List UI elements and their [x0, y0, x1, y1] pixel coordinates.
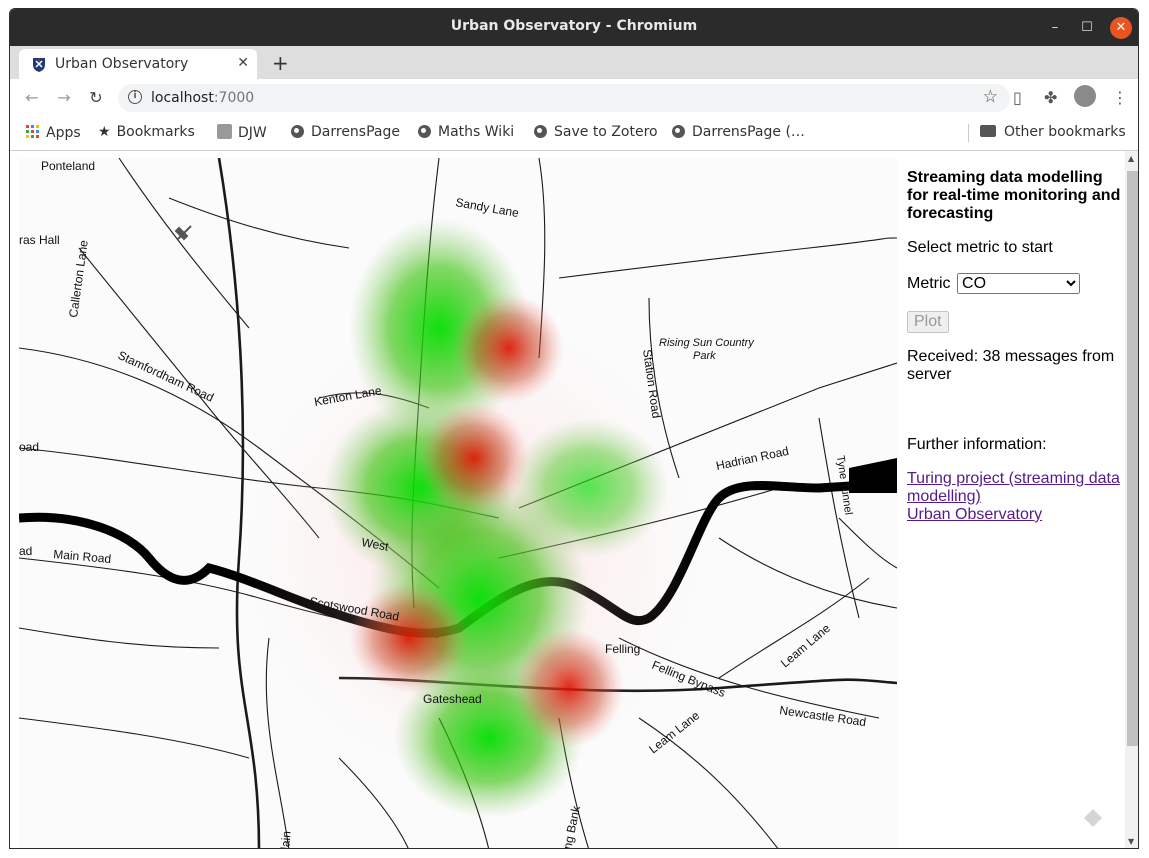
map-label-rising-sun: Rising Sun Country — [659, 337, 755, 349]
map[interactable]: Ponteland ras Hall Callerton Lane Stamfo… — [19, 158, 897, 849]
scroll-down-icon[interactable]: ▼ — [1128, 837, 1134, 846]
links-block: Turing project (streaming data modelling… — [907, 470, 1122, 524]
bookmark-label: DarrensPage — [311, 124, 400, 140]
map-label-ras-hall: ras Hall — [19, 233, 60, 247]
metric-label: Metric — [907, 275, 951, 292]
bookmark-label: Other bookmarks — [1004, 124, 1126, 140]
select-prompt: Select metric to start — [907, 239, 1053, 256]
url-port: :7000 — [213, 90, 255, 106]
tab-urban-observatory[interactable]: Urban Observatory ✕ — [19, 49, 257, 80]
map-label-callerton-lane: Callerton Lane — [66, 239, 91, 319]
map-label-leam-lane-2: Leam Lane — [646, 708, 702, 756]
page-content: Ponteland ras Hall Callerton Lane Stamfo… — [10, 151, 1138, 849]
tab-title: Urban Observatory — [55, 56, 189, 72]
globe-icon — [534, 125, 547, 138]
bookmark-apps[interactable]: Apps — [25, 124, 81, 141]
url-host: localhost — [151, 90, 214, 106]
tab-close-icon[interactable]: ✕ — [237, 55, 249, 71]
star-icon: ★ — [98, 124, 111, 140]
bookmark-darrenspage-2[interactable]: DarrensPage (… — [672, 124, 805, 140]
status-text: Received: 38 messages from server — [907, 348, 1115, 383]
browser-window: Urban Observatory - Chromium – ☐ ✕ Urban… — [9, 8, 1139, 849]
map-label-leam-lane-1: Leam Lane — [778, 621, 833, 671]
urban-observatory-link[interactable]: Urban Observatory — [907, 506, 1122, 524]
map-label-gateshead: Gateshead — [423, 692, 482, 706]
scroll-up-icon[interactable]: ▲ — [1128, 154, 1134, 163]
tab-strip: Urban Observatory ✕ — [10, 46, 1138, 80]
bookmark-djw[interactable]: DJW — [217, 124, 267, 141]
folder-icon — [980, 125, 996, 137]
minimize-icon[interactable]: – — [1044, 17, 1066, 39]
djw-avatar-icon — [217, 124, 232, 139]
address-bar[interactable]: i localhost:7000 ☆ — [118, 84, 1010, 112]
close-icon[interactable]: ✕ — [1110, 17, 1132, 39]
map-label-ponteland: Ponteland — [41, 159, 95, 173]
map-label-newcastle-road: Newcastle Road — [779, 703, 867, 729]
map-label-ad: ad — [19, 544, 32, 558]
shield-favicon-icon — [33, 58, 45, 72]
bookmark-label: DJW — [238, 125, 267, 141]
metric-row: Metric CO — [907, 273, 1122, 294]
reader-mode-icon[interactable]: ▯ — [1013, 88, 1022, 107]
bookmark-other[interactable]: Other bookmarks — [980, 124, 1126, 140]
map-svg[interactable]: Ponteland ras Hall Callerton Lane Stamfo… — [19, 158, 897, 849]
extensions-icon[interactable]: ✤ — [1044, 88, 1057, 107]
sidebar-panel: Streaming data modelling for real-time m… — [907, 169, 1122, 524]
profile-avatar-icon[interactable] — [1074, 85, 1096, 107]
apps-grid-icon — [26, 125, 39, 138]
map-label-sandy-lane: Sandy Lane — [454, 195, 520, 220]
bookmark-darrenspage[interactable]: DarrensPage — [291, 124, 400, 140]
bookmarks-bar: Apps ★ Bookmarks DJW DarrensPage Maths Wi… — [10, 116, 1138, 151]
bookmark-label: Maths Wiki — [438, 124, 515, 140]
map-label-park: Park — [693, 350, 716, 362]
metric-select[interactable]: CO — [957, 273, 1081, 294]
watermark-icon — [1083, 808, 1103, 828]
bookmark-label: DarrensPage (… — [692, 124, 805, 140]
map-label-hadrian-road: Hadrian Road — [715, 444, 790, 473]
page-heading: Streaming data modelling for real-time m… — [907, 169, 1121, 222]
bookmark-bookmarks[interactable]: ★ Bookmarks — [98, 124, 195, 140]
bookmark-label: Save to Zotero — [554, 124, 658, 140]
map-label-oad: oad — [19, 440, 39, 454]
bookmark-star-icon[interactable]: ☆ — [983, 87, 998, 107]
map-label-lain: lain — [278, 830, 294, 849]
bookmark-save-to-zotero[interactable]: Save to Zotero — [534, 124, 658, 140]
plot-button[interactable]: Plot — [907, 311, 949, 333]
airport-icon — [174, 225, 192, 241]
back-icon[interactable]: ← — [22, 88, 42, 107]
globe-icon — [418, 125, 431, 138]
bookmark-label: Apps — [46, 125, 81, 141]
bookmarks-divider — [968, 124, 969, 142]
map-label-felling: Felling — [605, 642, 640, 656]
bookmark-label: Bookmarks — [116, 124, 195, 140]
site-info-icon[interactable]: i — [128, 90, 142, 104]
globe-icon — [672, 125, 685, 138]
url-text[interactable]: localhost:7000 — [151, 90, 254, 106]
reload-icon[interactable]: ↻ — [86, 88, 106, 107]
title-bar: Urban Observatory - Chromium – ☐ ✕ — [10, 9, 1138, 46]
vertical-scrollbar[interactable]: ▲ ▼ — [1125, 151, 1138, 848]
new-tab-icon[interactable]: + — [272, 51, 289, 75]
further-info-label: Further information: — [907, 436, 1047, 453]
map-label-ng-bank: ng Bank — [560, 804, 583, 849]
menu-kebab-icon[interactable]: ⋮ — [1112, 88, 1128, 107]
globe-icon — [291, 125, 304, 138]
toolbar: ← → ↻ i localhost:7000 ☆ ▯ ✤ ⋮ — [10, 79, 1138, 116]
scrollbar-thumb[interactable] — [1127, 171, 1138, 746]
bookmark-maths-wiki[interactable]: Maths Wiki — [418, 124, 514, 140]
maximize-icon[interactable]: ☐ — [1076, 17, 1098, 39]
window-title: Urban Observatory - Chromium — [450, 18, 698, 34]
forward-icon[interactable]: → — [54, 88, 74, 107]
turing-project-link[interactable]: Turing project (streaming data modelling… — [907, 470, 1122, 506]
